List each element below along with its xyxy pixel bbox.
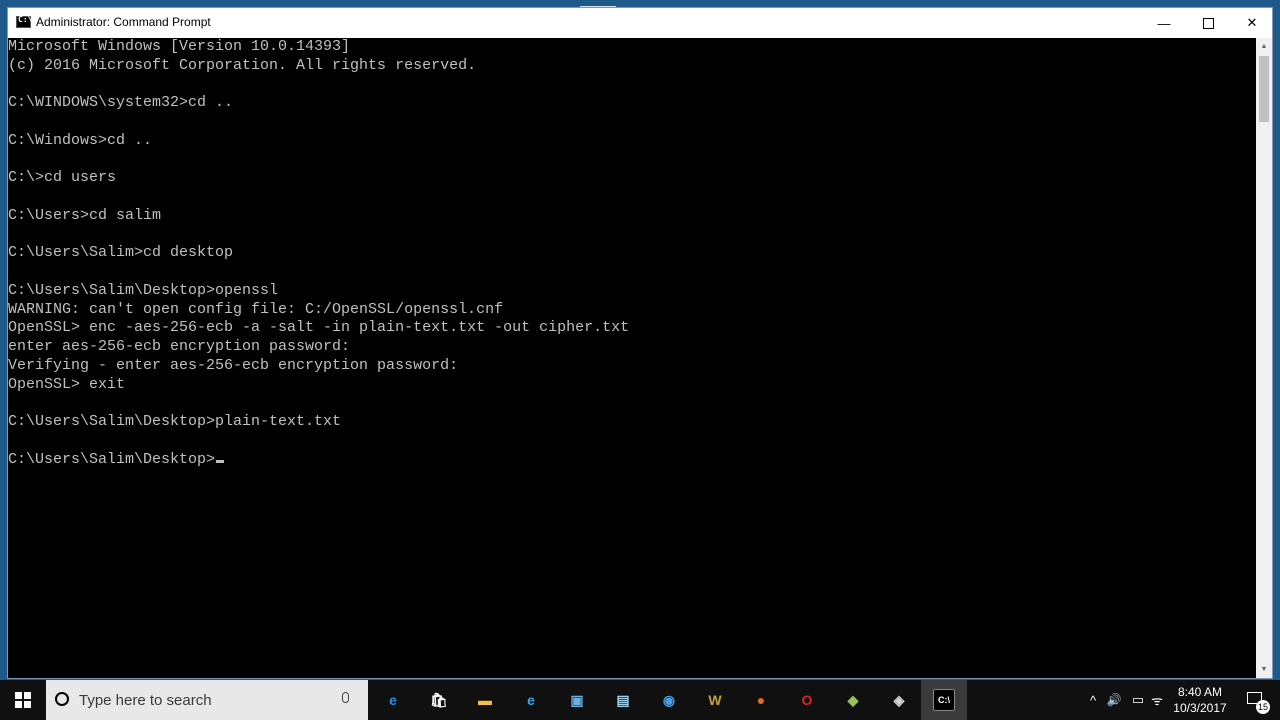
command-prompt-icon: C:\ xyxy=(933,689,955,711)
taskbar-app-edge[interactable]: e xyxy=(370,680,416,720)
app-green-icon: ◆ xyxy=(847,691,859,708)
clock-date: 10/3/2017 xyxy=(1173,701,1227,715)
firefox-icon: ● xyxy=(756,692,766,708)
store-icon: 🛍 xyxy=(430,691,448,708)
command-prompt-window[interactable]: C:\_ Administrator: Command Prompt — ✕ M… xyxy=(8,8,1272,678)
close-button[interactable]: ✕ xyxy=(1230,8,1274,38)
window-title: Administrator: Command Prompt xyxy=(36,15,211,29)
volume-icon[interactable]: 🔊 xyxy=(1104,680,1124,720)
maximize-icon xyxy=(1202,17,1214,29)
start-button[interactable] xyxy=(0,680,46,720)
chrome-icon: ◉ xyxy=(662,691,676,708)
scroll-thumb[interactable] xyxy=(1259,56,1269,122)
minimize-button[interactable]: — xyxy=(1142,8,1186,38)
file-explorer-icon: ▬ xyxy=(478,692,492,708)
text-cursor xyxy=(216,459,225,463)
clock-time: 8:40 AM xyxy=(1177,685,1223,699)
taskbar-app-app-paint[interactable]: ◈ xyxy=(876,680,922,720)
notepad-icon: ▤ xyxy=(616,691,630,708)
console-line: OpenSSL> enc -aes-256-ecb -a -salt -in p… xyxy=(8,319,630,337)
app-paint-icon: ◈ xyxy=(893,691,905,708)
taskbar-app-file-explorer[interactable]: ▬ xyxy=(462,680,508,720)
console-output[interactable]: Microsoft Windows [Version 10.0.14393] (c… xyxy=(8,38,1256,678)
taskbar-app-notepad[interactable]: ▤ xyxy=(600,680,646,720)
internet-explorer-icon: e xyxy=(527,692,535,708)
taskbar-app-store[interactable]: 🛍 xyxy=(416,680,462,720)
console-line: C:\>cd users xyxy=(8,169,117,187)
console-line: OpenSSL> exit xyxy=(8,375,126,393)
cmd-icon: C:\_ xyxy=(16,15,37,28)
console-line: C:\Users\Salim\Desktop>openssl xyxy=(8,281,279,299)
cortana-icon xyxy=(55,692,69,706)
close-icon: ✕ xyxy=(1246,15,1258,30)
taskbar-clock[interactable]: 8:40 AM 10/3/2017 xyxy=(1162,684,1238,716)
notification-count-badge: 15 xyxy=(1256,700,1270,714)
console-line: C:\Users\Salim\Desktop>plain-text.txt xyxy=(8,413,342,430)
microphone-icon[interactable] xyxy=(342,692,349,703)
tray-chevron-icon[interactable]: ^ xyxy=(1084,680,1102,720)
taskbar-app-firefox[interactable]: ● xyxy=(738,680,784,720)
console-line: C:\Users>cd salim xyxy=(8,206,162,224)
console-line: enter aes-256-ecb encryption password: xyxy=(8,338,351,355)
battery-icon[interactable]: ▭ xyxy=(1128,680,1148,720)
taskbar-app-chrome[interactable]: ◉ xyxy=(646,680,692,720)
word-icon: W xyxy=(708,692,722,708)
taskbar-app-internet-explorer[interactable]: e xyxy=(508,680,554,720)
console-line: (c) 2016 Microsoft Corporation. All righ… xyxy=(8,56,477,74)
console-line: C:\Users\Salim>cd desktop xyxy=(8,244,234,262)
vertical-scrollbar[interactable]: ▲ ▼ xyxy=(1256,38,1272,678)
console-line: WARNING: can't open config file: C:/Open… xyxy=(8,300,504,318)
taskbar-app-app-green[interactable]: ◆ xyxy=(830,680,876,720)
opera-icon: O xyxy=(801,692,813,708)
search-placeholder: Type here to search xyxy=(79,692,212,709)
minimize-icon: — xyxy=(1157,15,1171,31)
title-bar[interactable]: C:\_ Administrator: Command Prompt — ✕ xyxy=(8,8,1272,38)
maximize-button[interactable] xyxy=(1186,8,1230,38)
scroll-down-arrow-icon[interactable]: ▼ xyxy=(1256,661,1272,678)
taskbar: Type here to search e 🛍 ▬ e ▣ ▤ ◉ W ● O ◆ ◈ C:\ ^ 🔊 … xyxy=(0,680,1280,720)
console-line: Microsoft Windows [Version 10.0.14393] xyxy=(8,38,351,55)
scroll-up-arrow-icon[interactable]: ▲ xyxy=(1256,38,1272,55)
taskbar-app-word[interactable]: W xyxy=(692,680,738,720)
taskbar-search-box[interactable]: Type here to search xyxy=(46,680,368,720)
console-line: C:\Users\Salim\Desktop> xyxy=(8,451,1256,470)
windows-logo-icon xyxy=(15,692,31,708)
edge-icon: e xyxy=(389,692,397,708)
console-line: C:\Windows>cd .. xyxy=(8,131,153,149)
taskbar-app-command-prompt[interactable]: C:\ xyxy=(921,680,967,720)
console-line: C:\WINDOWS\system32>cd .. xyxy=(8,94,234,112)
taskbar-app-network[interactable]: ▣ xyxy=(554,680,600,720)
console-line: Verifying - enter aes-256-ecb encryption… xyxy=(8,356,459,374)
network-icon: ▣ xyxy=(570,691,584,708)
action-center-button[interactable]: 15 xyxy=(1240,680,1272,720)
taskbar-app-opera[interactable]: O xyxy=(784,680,830,720)
